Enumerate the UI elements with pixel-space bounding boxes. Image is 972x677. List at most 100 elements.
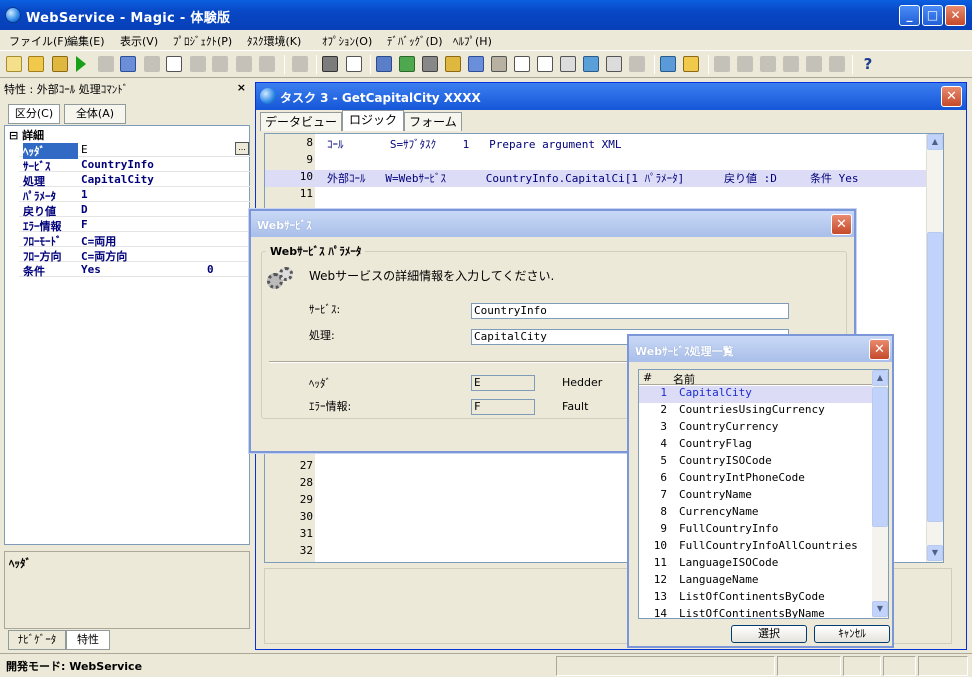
- menu-project[interactable]: ﾌﾟﾛｼﾞｪｸﾄ(P): [173, 33, 232, 49]
- tab-properties[interactable]: 特性: [66, 630, 110, 650]
- task-close-button[interactable]: ✕: [941, 86, 962, 107]
- prop-row-operation[interactable]: 処理 CapitalCity: [19, 172, 251, 188]
- menu-help[interactable]: ﾍﾙﾌﾟ(H): [453, 33, 492, 49]
- list-item[interactable]: 9 FullCountryInfo: [639, 522, 872, 539]
- prop-value[interactable]: CountryInfo: [81, 158, 154, 171]
- tab-category[interactable]: 区分(C): [8, 104, 60, 124]
- breakpoint-icon[interactable]: [292, 56, 308, 72]
- prop-row-error[interactable]: ｴﾗｰ情報 F: [19, 217, 251, 233]
- list-scroll-down-icon[interactable]: ▼: [872, 601, 888, 617]
- ws-dialog-close-button[interactable]: ✕: [831, 214, 852, 235]
- tool-icon[interactable]: [98, 56, 114, 72]
- col-number[interactable]: #: [643, 371, 652, 384]
- list-item[interactable]: 2 CountriesUsingCurrency: [639, 403, 872, 420]
- scroll-thumb[interactable]: [927, 232, 943, 522]
- users-icon[interactable]: [660, 56, 676, 72]
- prop-row-header[interactable]: ﾍｯﾀﾞ E ...: [19, 142, 251, 159]
- menu-task-env[interactable]: ﾀｽｸ環境(K): [247, 33, 301, 49]
- tab-data-view[interactable]: データビュー: [260, 112, 342, 131]
- prop-value[interactable]: Yes: [81, 263, 101, 276]
- menu-icon[interactable]: [491, 56, 507, 72]
- list-dialog-close-button[interactable]: ✕: [869, 339, 890, 360]
- preview-icon[interactable]: [166, 56, 182, 72]
- prop-row-flow-direction[interactable]: ﾌﾛｰ方向 C=両方向: [19, 247, 251, 263]
- list-item[interactable]: 7 CountryName: [639, 488, 872, 505]
- text-icon[interactable]: [537, 56, 553, 72]
- list-scrollbar[interactable]: ▲ ▼: [872, 370, 888, 618]
- align-middle-icon[interactable]: [806, 56, 822, 72]
- editor-scrollbar[interactable]: ▲ ▼: [926, 134, 943, 562]
- menu-file[interactable]: ファイル(F): [9, 33, 68, 49]
- align-left-icon[interactable]: [714, 56, 730, 72]
- list-item[interactable]: 6 CountryIntPhoneCode: [639, 471, 872, 488]
- list-scroll-up-icon[interactable]: ▲: [872, 370, 888, 386]
- rights-icon[interactable]: [445, 56, 461, 72]
- select-button[interactable]: 選択: [731, 625, 807, 643]
- list-item[interactable]: 14 ListOfContinentsByName: [639, 607, 872, 618]
- code-line[interactable]: 9: [265, 153, 935, 170]
- service-input[interactable]: CountryInfo: [471, 303, 789, 319]
- tab-navigator[interactable]: ﾅﾋﾞｹﾞｰﾀ: [8, 630, 66, 650]
- prop-value[interactable]: CapitalCity: [81, 173, 154, 186]
- code-line[interactable]: 11: [265, 187, 935, 204]
- list-item[interactable]: 12 LanguageName: [639, 573, 872, 590]
- operations-list[interactable]: # 名前 1 CapitalCity 2 CountriesUsingCurrenc…: [638, 369, 889, 619]
- minimize-button[interactable]: _: [899, 5, 920, 26]
- table-icon[interactable]: [468, 56, 484, 72]
- help-icon[interactable]: ?: [860, 56, 876, 72]
- prop-value[interactable]: E: [81, 143, 88, 156]
- list-item[interactable]: 8 CurrencyName: [639, 505, 872, 522]
- close-button[interactable]: ✕: [945, 5, 966, 26]
- align-right-icon[interactable]: [760, 56, 776, 72]
- open-icon[interactable]: [28, 56, 44, 72]
- list-item[interactable]: 3 CountryCurrency: [639, 420, 872, 437]
- prop-row-parameter[interactable]: ﾊﾟﾗﾒｰﾀ 1: [19, 187, 251, 203]
- list-item-selected[interactable]: 1 CapitalCity: [639, 386, 872, 403]
- run-icon[interactable]: [76, 56, 86, 72]
- code-line[interactable]: 8 ｺｰﾙ S=ｻﾌﾞﾀｽｸ 1 Prepare argument XML: [265, 136, 935, 153]
- align-center-icon[interactable]: [737, 56, 753, 72]
- cancel-button[interactable]: ｷｬﾝｾﾙ: [814, 625, 890, 643]
- col-name[interactable]: 名前: [673, 371, 695, 387]
- tab-all[interactable]: 全体(A): [64, 104, 126, 124]
- list-item[interactable]: 10 FullCountryInfoAllCountries: [639, 539, 872, 556]
- step-icon[interactable]: [212, 56, 228, 72]
- ellipsis-button[interactable]: ...: [235, 142, 249, 155]
- step-out-icon[interactable]: [259, 56, 275, 72]
- export-icon[interactable]: [120, 56, 136, 72]
- align-bottom-icon[interactable]: [829, 56, 845, 72]
- prop-row-return[interactable]: 戻り値 D: [19, 202, 251, 218]
- prop-row-service[interactable]: ｻｰﾋﾞｽ CountryInfo: [19, 157, 251, 173]
- properties-close-icon[interactable]: ×: [237, 81, 246, 94]
- component-icon[interactable]: [560, 56, 576, 72]
- prop-value[interactable]: F: [81, 218, 88, 231]
- code-line-selected[interactable]: 10 外部ｺｰﾙ W=Webｻｰﾋﾞｽ CountryInfo.CapitalC…: [265, 170, 935, 187]
- list-item[interactable]: 11 LanguageISOCode: [639, 556, 872, 573]
- stop-icon[interactable]: [144, 56, 160, 72]
- find-icon[interactable]: [322, 56, 338, 72]
- group-detail[interactable]: ⊟ 詳細: [9, 127, 44, 143]
- pencil-icon[interactable]: [683, 56, 699, 72]
- pause-icon[interactable]: [190, 56, 206, 72]
- align-top-icon[interactable]: [783, 56, 799, 72]
- list-scroll-thumb[interactable]: [872, 387, 888, 527]
- open-folder-icon[interactable]: [52, 56, 68, 72]
- edit-icon[interactable]: [629, 56, 645, 72]
- prop-value[interactable]: 1: [81, 188, 88, 201]
- menu-view[interactable]: 表示(V): [120, 33, 158, 49]
- event-icon[interactable]: [583, 56, 599, 72]
- step-in-icon[interactable]: [236, 56, 252, 72]
- list-item[interactable]: 5 CountryISOCode: [639, 454, 872, 471]
- menu-edit[interactable]: 編集(E): [67, 33, 105, 49]
- prop-value[interactable]: D: [81, 203, 88, 216]
- prop-row-flow-mode[interactable]: ﾌﾛｰﾓｰﾄﾞ C=両用: [19, 232, 251, 248]
- list-item[interactable]: 13 ListOfContinentsByCode: [639, 590, 872, 607]
- tab-form[interactable]: フォーム: [404, 112, 462, 131]
- function-icon[interactable]: [606, 56, 622, 72]
- help-screen-icon[interactable]: [514, 56, 530, 72]
- prop-row-condition[interactable]: 条件 Yes 0: [19, 262, 251, 278]
- menu-options[interactable]: ｵﾌﾟｼｮﾝ(O): [322, 33, 372, 49]
- tab-logic[interactable]: ロジック: [342, 110, 404, 131]
- maximize-button[interactable]: □: [922, 5, 943, 26]
- menu-debug[interactable]: ﾃﾞﾊﾞｯｸﾞ(D): [387, 33, 443, 49]
